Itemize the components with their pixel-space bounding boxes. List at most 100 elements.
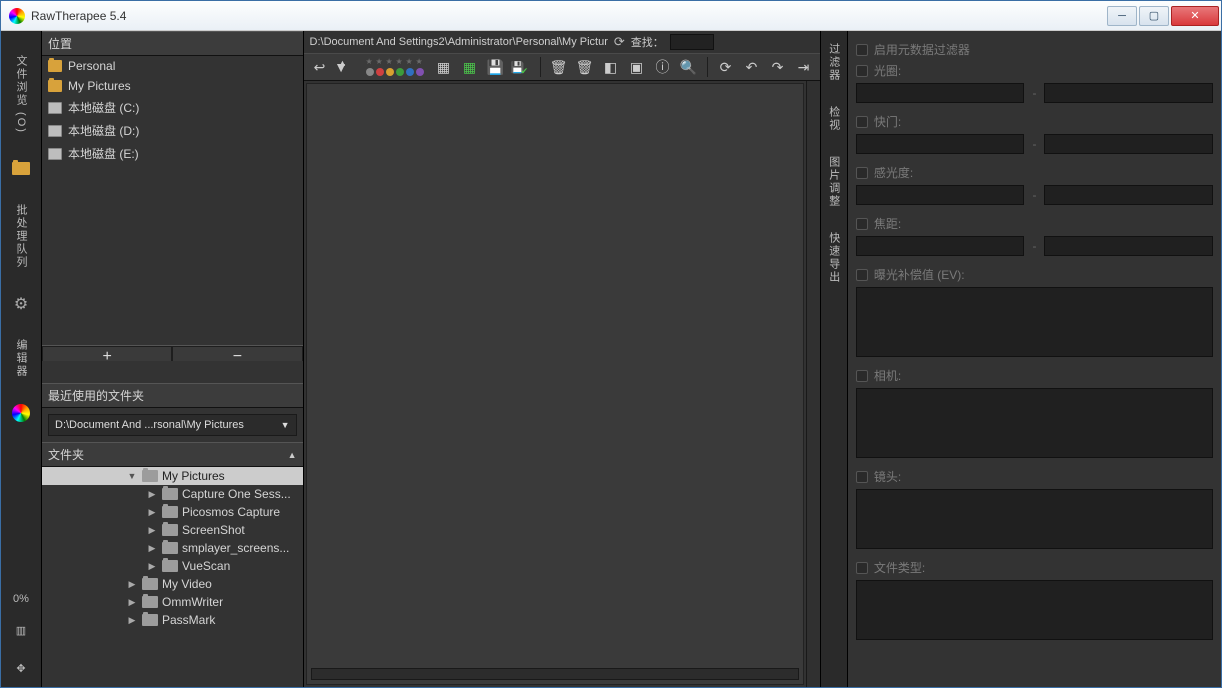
color-label-icon[interactable] bbox=[376, 68, 384, 76]
aperture-from-input[interactable] bbox=[856, 83, 1025, 103]
crop-icon[interactable]: ▣ bbox=[627, 57, 647, 77]
tree-item[interactable]: ▶Picosmos Capture bbox=[42, 503, 303, 521]
color-label-icon[interactable] bbox=[416, 68, 424, 76]
unedited-filter-icon[interactable]: ▦ bbox=[460, 57, 480, 77]
place-item[interactable]: My Pictures bbox=[42, 76, 303, 96]
tab-file-browser[interactable]: 文件浏览 (O) bbox=[9, 43, 33, 146]
horizontal-scrollbar[interactable] bbox=[311, 668, 799, 680]
chevron-right-icon[interactable]: ▶ bbox=[126, 579, 138, 590]
color-label-icon[interactable] bbox=[366, 68, 374, 76]
vertical-scrollbar[interactable] bbox=[806, 81, 820, 687]
recent-folder-select[interactable]: D:\Document And ...rsonal\My Pictures ▼ bbox=[48, 414, 297, 436]
trash-icon[interactable]: 🗑 bbox=[549, 57, 569, 77]
chevron-right-icon[interactable]: ▶ bbox=[126, 597, 138, 608]
edited-filter-icon[interactable]: ▦ bbox=[434, 57, 454, 77]
chevron-right-icon[interactable]: ▶ bbox=[146, 489, 158, 500]
chevron-right-icon[interactable]: ▶ bbox=[146, 507, 158, 518]
close-button[interactable]: ✕ bbox=[1171, 6, 1219, 26]
filetype-list[interactable] bbox=[856, 580, 1213, 640]
color-label-icon[interactable] bbox=[406, 68, 414, 76]
rotate-right-icon[interactable]: ↷ bbox=[768, 57, 788, 77]
progress-percent: 0% bbox=[13, 593, 29, 605]
tab-queue[interactable]: 批处理队列 bbox=[9, 192, 33, 281]
ev-list[interactable] bbox=[856, 287, 1213, 357]
chevron-right-icon[interactable]: ▶ bbox=[146, 543, 158, 554]
color-wheel-icon[interactable] bbox=[10, 402, 32, 424]
shutter-to-input[interactable] bbox=[1044, 134, 1213, 154]
maximize-button[interactable]: ▢ bbox=[1139, 6, 1169, 26]
tab-filter[interactable]: 过滤器 bbox=[822, 31, 846, 94]
camera-list[interactable] bbox=[856, 388, 1213, 458]
color-label-icon[interactable] bbox=[396, 68, 404, 76]
folder-tree[interactable]: ▼My Pictures▶Capture One Sess...▶Picosmo… bbox=[42, 467, 303, 687]
focal-to-input[interactable] bbox=[1044, 236, 1213, 256]
lens-checkbox[interactable] bbox=[856, 471, 868, 483]
refresh-icon[interactable]: ⟳ bbox=[614, 34, 625, 50]
saved-filter-icon[interactable]: 💾 bbox=[486, 57, 506, 77]
place-item[interactable]: 本地磁盘 (D:) bbox=[42, 119, 303, 142]
tree-item[interactable]: ▶PassMark bbox=[42, 611, 303, 629]
zoom-info-icon[interactable]: ⓘ bbox=[653, 57, 673, 77]
focal-from-input[interactable] bbox=[856, 236, 1025, 256]
rating-color-filter[interactable]: ★★★★★★ bbox=[366, 58, 424, 76]
tab-fast-export[interactable]: 快速导出 bbox=[822, 220, 846, 296]
gear-icon[interactable]: ⚙ bbox=[10, 293, 32, 315]
back-icon[interactable]: ↩ bbox=[310, 57, 330, 77]
aperture-to-input[interactable] bbox=[1044, 83, 1213, 103]
tree-item[interactable]: ▶Capture One Sess... bbox=[42, 485, 303, 503]
tree-item[interactable]: ▶ScreenShot bbox=[42, 521, 303, 539]
shutter-checkbox[interactable] bbox=[856, 116, 868, 128]
tab-batch-edit[interactable]: 图片调整 bbox=[822, 144, 846, 220]
color-label-icon[interactable] bbox=[386, 68, 394, 76]
filter-funnel-icon[interactable]: ▼▲ bbox=[336, 57, 356, 77]
tree-item[interactable]: ▶My Video bbox=[42, 575, 303, 593]
focal-checkbox[interactable] bbox=[856, 218, 868, 230]
enable-metadata-label: 启用元数据过滤器 bbox=[874, 41, 970, 58]
move-icon[interactable]: ✥ bbox=[10, 657, 32, 679]
iso-checkbox[interactable] bbox=[856, 167, 868, 179]
panels-icon[interactable]: ▥ bbox=[10, 619, 32, 641]
remove-place-button[interactable]: − bbox=[172, 346, 302, 361]
add-place-button[interactable]: + bbox=[42, 346, 172, 361]
place-item[interactable]: 本地磁盘 (C:) bbox=[42, 96, 303, 119]
search-input[interactable] bbox=[670, 34, 714, 50]
iso-to-input[interactable] bbox=[1044, 185, 1213, 205]
collapse-right-icon[interactable]: ⇥ bbox=[794, 57, 814, 77]
folder-icon[interactable] bbox=[10, 158, 32, 180]
minimize-button[interactable]: ─ bbox=[1107, 6, 1137, 26]
rotate-left-icon[interactable]: ↶ bbox=[742, 57, 762, 77]
place-item[interactable]: Personal bbox=[42, 56, 303, 76]
tab-editor[interactable]: 编辑器 bbox=[9, 327, 33, 390]
filetype-checkbox[interactable] bbox=[856, 562, 868, 574]
thumbnail-area[interactable] bbox=[306, 83, 804, 685]
saved-ok-icon[interactable]: 💾✔ bbox=[512, 57, 532, 77]
camera-checkbox[interactable] bbox=[856, 370, 868, 382]
chevron-right-icon[interactable]: ▶ bbox=[146, 561, 158, 572]
chevron-down-icon[interactable]: ▼ bbox=[126, 471, 138, 481]
lens-list[interactable] bbox=[856, 489, 1213, 549]
tree-header[interactable]: 文件夹▲ bbox=[42, 442, 303, 467]
ev-checkbox[interactable] bbox=[856, 269, 868, 281]
clear-rank-icon[interactable]: ◧ bbox=[601, 57, 621, 77]
folder-icon bbox=[48, 60, 62, 72]
tree-item[interactable]: ▶smplayer_screens... bbox=[42, 539, 303, 557]
aperture-checkbox[interactable] bbox=[856, 65, 868, 77]
tree-item[interactable]: ▶VueScan bbox=[42, 557, 303, 575]
metadata-filter-panel: 启用元数据过滤器 光圈: - 快门: - 感光度: - 焦距: - 曝光补偿值 … bbox=[848, 31, 1221, 687]
refresh-thumbs-icon[interactable]: ⟳ bbox=[716, 57, 736, 77]
place-item[interactable]: 本地磁盘 (E:) bbox=[42, 142, 303, 165]
chevron-right-icon[interactable]: ▶ bbox=[146, 525, 158, 536]
untrash-icon[interactable]: 🗑 bbox=[575, 57, 595, 77]
window-title: RawTherapee 5.4 bbox=[31, 9, 1105, 23]
enable-metadata-checkbox[interactable] bbox=[856, 44, 868, 56]
zoom-icon[interactable]: 🔍 bbox=[679, 57, 699, 77]
place-item-label: 本地磁盘 (C:) bbox=[68, 99, 139, 116]
tree-item[interactable]: ▼My Pictures bbox=[42, 467, 303, 485]
tree-item[interactable]: ▶OmmWriter bbox=[42, 593, 303, 611]
search-label: 查找： bbox=[631, 34, 664, 50]
tab-inspect[interactable]: 检视 bbox=[822, 94, 846, 144]
iso-from-input[interactable] bbox=[856, 185, 1025, 205]
shutter-from-input[interactable] bbox=[856, 134, 1025, 154]
chevron-right-icon[interactable]: ▶ bbox=[126, 615, 138, 626]
disk-icon bbox=[48, 148, 62, 160]
